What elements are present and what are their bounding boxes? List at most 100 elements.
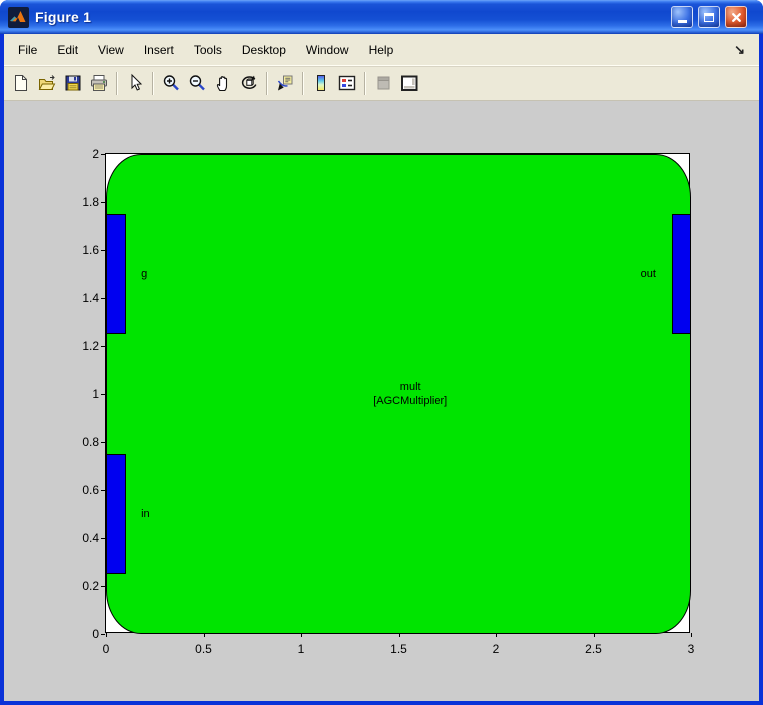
insert-legend-button[interactable] — [334, 70, 360, 97]
figure-toolbar — [4, 65, 759, 101]
toolbar-separator — [116, 72, 118, 95]
port-label-g: g — [141, 267, 147, 281]
menu-item-tools[interactable]: Tools — [184, 39, 232, 61]
x-tick-mark — [691, 633, 692, 637]
y-tick-mark — [101, 346, 105, 347]
x-tick-label: 3 — [688, 642, 695, 656]
menu-item-file[interactable]: File — [8, 39, 47, 61]
close-button[interactable] — [725, 6, 747, 28]
port-out — [672, 214, 692, 334]
pan-button[interactable] — [210, 70, 236, 97]
x-tick-mark — [496, 633, 497, 637]
menu-item-window[interactable]: Window — [296, 39, 359, 61]
print-figure-icon — [89, 73, 109, 93]
data-cursor-icon — [275, 73, 295, 93]
close-icon — [731, 12, 742, 23]
rotate-3d-button[interactable] — [236, 70, 262, 97]
new-document-icon — [11, 73, 31, 93]
pointer-icon — [125, 73, 145, 93]
insert-colorbar-icon — [311, 73, 331, 93]
x-tick-label: 1.5 — [390, 642, 407, 656]
y-tick-mark — [101, 394, 105, 395]
pointer-button[interactable] — [122, 70, 148, 97]
menu-items: FileEditViewInsertToolsDesktopWindowHelp — [8, 39, 403, 61]
y-tick-mark — [101, 442, 105, 443]
y-tick-label: 1.8 — [63, 195, 99, 209]
window-controls — [671, 6, 755, 28]
y-tick-label: 0 — [63, 627, 99, 641]
y-tick-label: 1.6 — [63, 243, 99, 257]
figure-window: Figure 1 FileEditViewInsertToolsDesktopW… — [0, 0, 763, 705]
figure-canvas: g in out mult[AGCMultiplier] 0 0.5 1 1.5 2 2.5 3 0 0… — [4, 101, 759, 701]
y-tick-mark — [101, 250, 105, 251]
dock-figure-arrow-icon[interactable]: ↘ — [734, 42, 755, 58]
x-tick-mark — [204, 633, 205, 637]
toolbar-separator — [266, 72, 268, 95]
zoom-in-button[interactable] — [158, 70, 184, 97]
toolbar-separator — [152, 72, 154, 95]
save-figure-icon — [63, 73, 83, 93]
y-tick-label: 0.4 — [63, 531, 99, 545]
window-title: Figure 1 — [35, 9, 91, 25]
menu-item-view[interactable]: View — [88, 39, 134, 61]
y-tick-label: 1.4 — [63, 291, 99, 305]
y-tick-label: 1.2 — [63, 339, 99, 353]
block-label: mult[AGCMultiplier] — [373, 380, 447, 408]
matlab-logo-icon — [8, 7, 29, 28]
open-file-button[interactable] — [34, 70, 60, 97]
x-tick-label: 1 — [298, 642, 305, 656]
y-tick-mark — [101, 202, 105, 203]
zoom-out-icon — [187, 73, 207, 93]
x-tick-label: 2 — [493, 642, 500, 656]
x-tick-label: 2.5 — [585, 642, 602, 656]
y-tick-mark — [101, 586, 105, 587]
menu-item-desktop[interactable]: Desktop — [232, 39, 296, 61]
y-tick-label: 0.8 — [63, 435, 99, 449]
x-tick-label: 0.5 — [195, 642, 212, 656]
maximize-icon — [704, 13, 714, 22]
maximize-button[interactable] — [698, 6, 720, 28]
y-tick-label: 2 — [63, 147, 99, 161]
port-label-in: in — [141, 507, 150, 521]
zoom-out-button[interactable] — [184, 70, 210, 97]
y-tick-mark — [101, 490, 105, 491]
zoom-in-icon — [161, 73, 181, 93]
y-tick-label: 1 — [63, 387, 99, 401]
title-bar[interactable]: Figure 1 — [0, 0, 763, 34]
x-tick-mark — [106, 633, 107, 637]
y-tick-label: 0.2 — [63, 579, 99, 593]
insert-colorbar-button[interactable] — [308, 70, 334, 97]
rotate-3d-icon — [239, 73, 259, 93]
x-tick-mark — [399, 633, 400, 637]
hide-plot-tools-icon — [373, 73, 393, 93]
menu-item-help[interactable]: Help — [359, 39, 404, 61]
insert-legend-icon — [337, 73, 357, 93]
minimize-button[interactable] — [671, 6, 693, 28]
menu-item-insert[interactable]: Insert — [134, 39, 184, 61]
x-tick-mark — [594, 633, 595, 637]
show-plot-tools-button[interactable] — [396, 70, 422, 97]
data-cursor-button[interactable] — [272, 70, 298, 97]
print-figure-button[interactable] — [86, 70, 112, 97]
x-tick-label: 0 — [103, 642, 110, 656]
save-figure-button[interactable] — [60, 70, 86, 97]
toolbar-separator — [302, 72, 304, 95]
port-g — [106, 214, 126, 334]
menu-item-edit[interactable]: Edit — [47, 39, 88, 61]
menu-bar: FileEditViewInsertToolsDesktopWindowHelp… — [4, 34, 759, 65]
toolbar-separator — [364, 72, 366, 95]
y-tick-label: 0.6 — [63, 483, 99, 497]
pan-icon — [213, 73, 233, 93]
show-plot-tools-icon — [399, 73, 419, 93]
x-tick-mark — [301, 633, 302, 637]
plot-axes: ginoutmult[AGCMultiplier]00.511.522.5300… — [105, 153, 690, 633]
window-body: FileEditViewInsertToolsDesktopWindowHelp… — [4, 34, 759, 701]
port-label-out: out — [641, 267, 656, 281]
y-tick-mark — [101, 298, 105, 299]
port-in — [106, 454, 126, 574]
y-tick-mark — [101, 634, 105, 635]
y-tick-mark — [101, 538, 105, 539]
open-file-icon — [37, 73, 57, 93]
new-document-button[interactable] — [8, 70, 34, 97]
hide-plot-tools-button[interactable] — [370, 70, 396, 97]
